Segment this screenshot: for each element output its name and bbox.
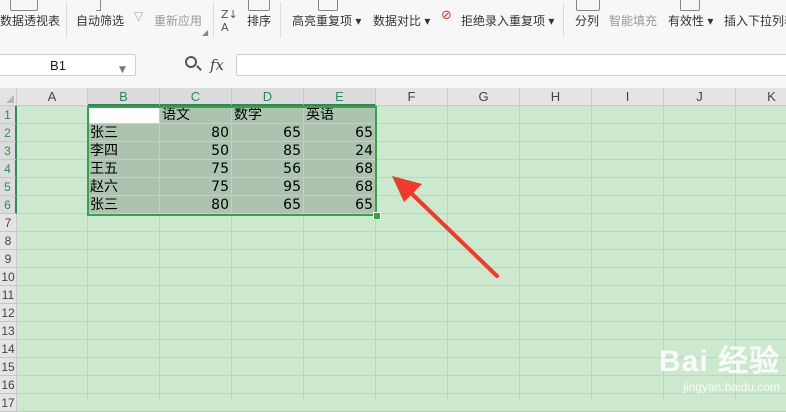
dialog-launcher-icon[interactable]: ◢	[202, 28, 208, 37]
smart-fill-button[interactable]: 智能填充	[609, 12, 657, 29]
highlight-duplicates-icon	[318, 0, 338, 11]
validity-button[interactable]: 有效性 ▾	[668, 12, 713, 29]
sort-az-icon: Z↓ A	[221, 8, 238, 34]
data-compare-button[interactable]: 数据对比 ▾	[373, 12, 430, 29]
annotation-arrow-line	[410, 192, 499, 278]
name-box[interactable]: B1 ▼	[0, 54, 136, 76]
watermark-url: jingyan.baidu.com	[683, 380, 780, 394]
zoom-icon[interactable]	[185, 56, 197, 68]
filter-icon	[96, 0, 101, 11]
highlight-duplicates-button[interactable]: 高亮重复项 ▾	[292, 12, 361, 29]
ribbon-toolbar: 数据透视表 自动筛选 ▽ 重新应用 ◢ Z↓ A 排序 高亮重复项 ▾ 数据对比 …	[0, 0, 786, 43]
sort-button[interactable]: 排序	[247, 12, 271, 29]
insert-function-button[interactable]: fx	[210, 54, 224, 76]
ribbon-divider	[280, 2, 281, 38]
auto-filter-button[interactable]: 自动筛选	[76, 12, 124, 29]
ribbon-divider	[213, 2, 214, 38]
reapply-filter-icon: ▽	[134, 9, 144, 23]
sort-icon	[248, 0, 270, 11]
validity-icon	[680, 0, 700, 11]
formula-input[interactable]	[236, 54, 786, 76]
split-columns-icon	[576, 0, 600, 11]
watermark: Bai 经验 jingyan.baidu.com	[659, 336, 780, 394]
ribbon-divider	[563, 2, 564, 38]
reject-duplicates-button[interactable]: 拒绝录入重复项 ▾	[461, 12, 554, 29]
reapply-button[interactable]: 重新应用	[154, 12, 202, 29]
split-columns-button[interactable]: 分列	[575, 12, 599, 29]
insert-dropdown-button[interactable]: 插入下拉列表	[724, 12, 786, 29]
reject-duplicates-icon: ⊘	[441, 8, 452, 23]
chevron-down-icon[interactable]: ▼	[119, 59, 126, 81]
formula-bar: B1 ▼ fx	[0, 42, 786, 89]
pivot-table-icon	[10, 0, 38, 11]
name-box-value: B1	[50, 58, 66, 73]
pivot-table-button[interactable]: 数据透视表	[0, 12, 60, 29]
ribbon-divider	[66, 2, 67, 38]
watermark-logo: Bai 经验	[658, 345, 780, 378]
